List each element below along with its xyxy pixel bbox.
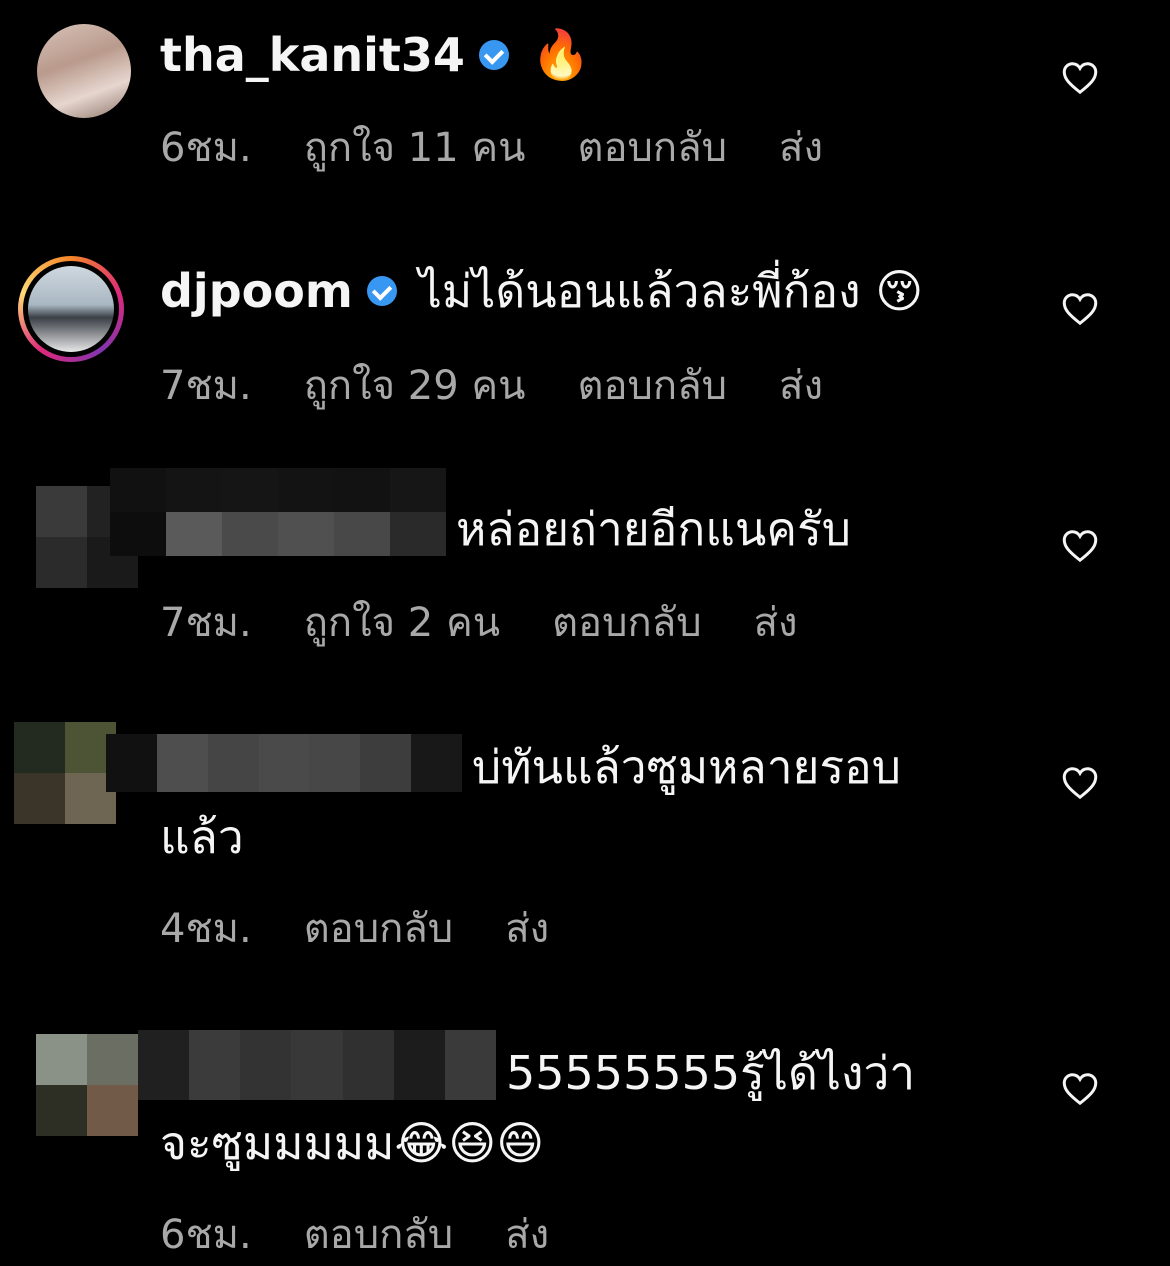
username-redacted[interactable] bbox=[110, 468, 446, 556]
likes-count[interactable]: ถูกใจ 29 คน bbox=[304, 353, 526, 417]
comment-line: หล่อยถ่ายอีกแนครับ bbox=[456, 498, 851, 560]
send-button[interactable]: ส่ง bbox=[779, 115, 823, 179]
comment-meta: 4ชม. ตอบกลับ ส่ง bbox=[160, 896, 549, 960]
heart-outline-icon[interactable] bbox=[1062, 61, 1098, 95]
send-button[interactable]: ส่ง bbox=[505, 1202, 549, 1266]
comment-text: บ่ทันแล้วซูมหลายรอบ bbox=[472, 740, 902, 794]
verified-badge-icon bbox=[478, 39, 509, 70]
comment-line: tha_kanit34 🔥 bbox=[160, 24, 591, 86]
avatar[interactable] bbox=[37, 24, 131, 118]
avatar-pixelated[interactable] bbox=[14, 722, 116, 824]
heart-outline-icon[interactable] bbox=[1062, 766, 1098, 800]
reply-button[interactable]: ตอบกลับ bbox=[552, 590, 702, 654]
likes-count[interactable]: ถูกใจ 2 คน bbox=[304, 590, 500, 654]
comment-meta: 7ชม. ถูกใจ 29 คน ตอบกลับ ส่ง bbox=[160, 353, 823, 417]
comment-meta: 6ชม. ถูกใจ 11 คน ตอบกลับ ส่ง bbox=[160, 115, 823, 179]
comment-text-continued: จะซูมมมมม😂😆😄 bbox=[160, 1116, 545, 1170]
comment-time: 4ชม. bbox=[160, 906, 252, 952]
comment-line-2: แล้ว bbox=[160, 806, 244, 868]
reply-button[interactable]: ตอบกลับ bbox=[304, 1202, 454, 1266]
heart-outline-icon[interactable] bbox=[1062, 292, 1098, 326]
comment-text: ไม่ได้นอนแล้วละพี่ก้อง 😚 bbox=[418, 264, 924, 318]
send-button[interactable]: ส่ง bbox=[779, 353, 823, 417]
comment-text-continued: แล้ว bbox=[160, 810, 244, 864]
reply-button[interactable]: ตอบกลับ bbox=[304, 896, 454, 960]
verified-badge-icon bbox=[366, 275, 397, 306]
reply-button[interactable]: ตอบกลับ bbox=[578, 115, 728, 179]
heart-outline-icon[interactable] bbox=[1062, 1072, 1098, 1106]
avatar-pixelated[interactable] bbox=[36, 1034, 138, 1136]
comment-text: 🔥 bbox=[530, 27, 591, 83]
comment-time: 7ชม. bbox=[160, 600, 252, 646]
comment-username[interactable]: djpoom bbox=[160, 264, 353, 318]
username-redacted[interactable] bbox=[138, 1030, 496, 1100]
heart-outline-icon[interactable] bbox=[1062, 529, 1098, 563]
likes-count[interactable]: ถูกใจ 11 คน bbox=[304, 115, 526, 179]
comment-time: 7ชม. bbox=[160, 363, 252, 409]
comment-line: บ่ทันแล้วซูมหลายรอบ bbox=[472, 736, 901, 798]
comment-line: djpoom ไม่ได้นอนแล้วละพี่ก้อง 😚 bbox=[160, 260, 923, 322]
comment-meta: 6ชม. ตอบกลับ ส่ง bbox=[160, 1202, 549, 1266]
reply-button[interactable]: ตอบกลับ bbox=[578, 353, 728, 417]
comment-text: 55555555รู้ได้ไงว่า bbox=[506, 1046, 916, 1100]
send-button[interactable]: ส่ง bbox=[505, 896, 549, 960]
comment-text: หล่อยถ่ายอีกแนครับ bbox=[456, 502, 851, 556]
comment-meta: 7ชม. ถูกใจ 2 คน ตอบกลับ ส่ง bbox=[160, 590, 798, 654]
avatar-story-ring[interactable] bbox=[18, 256, 124, 362]
comment-time: 6ชม. bbox=[160, 125, 252, 171]
send-button[interactable]: ส่ง bbox=[754, 590, 798, 654]
username-redacted[interactable] bbox=[106, 734, 462, 792]
comment-line: 55555555รู้ได้ไงว่า bbox=[506, 1042, 915, 1104]
comment-line-2: จะซูมมมมม😂😆😄 bbox=[160, 1112, 544, 1174]
avatar bbox=[28, 266, 114, 352]
comment-time: 6ชม. bbox=[160, 1212, 252, 1258]
comment-username[interactable]: tha_kanit34 bbox=[160, 28, 465, 82]
